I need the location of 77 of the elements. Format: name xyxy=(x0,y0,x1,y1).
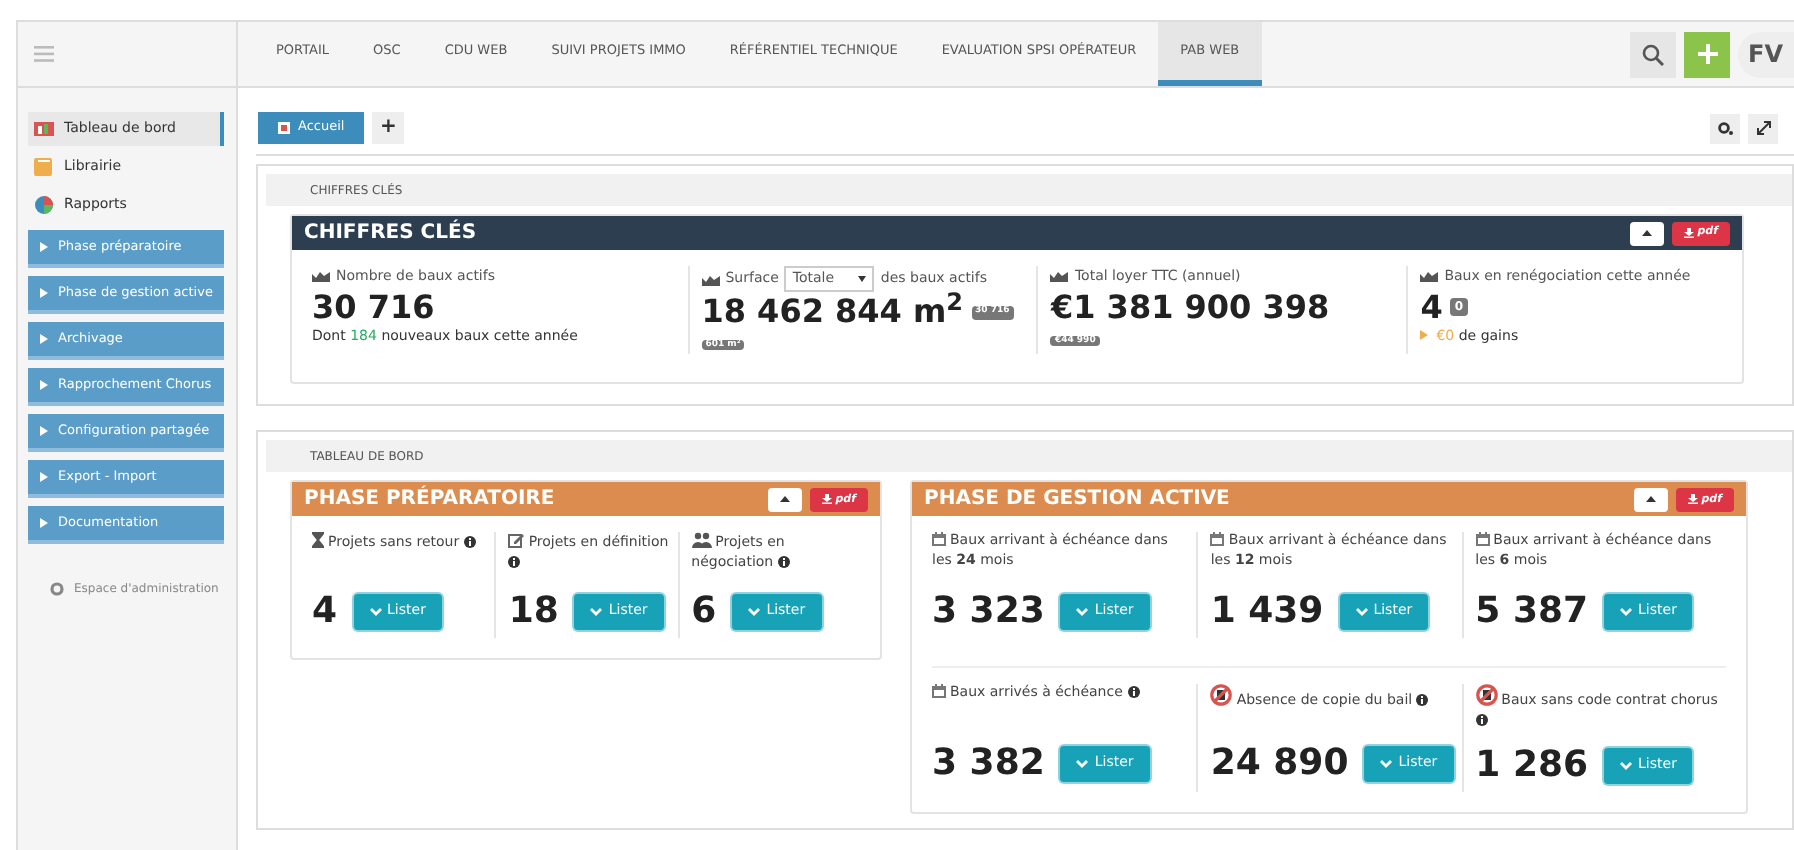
kpi-value: 4 xyxy=(1420,287,1443,326)
download-icon xyxy=(1687,494,1698,505)
metric-value: 18 xyxy=(508,588,559,637)
user-avatar[interactable]: FV xyxy=(1738,31,1794,77)
info-icon xyxy=(1475,713,1488,726)
plus-icon xyxy=(1697,44,1717,64)
metric-value: 24 890 xyxy=(1210,740,1349,789)
chevron-down-icon xyxy=(1620,761,1633,770)
caret-icon xyxy=(1420,330,1429,341)
kpi-value: 30 716 xyxy=(312,287,435,326)
expand-button[interactable] xyxy=(1748,113,1778,143)
metric-value: 1 439 xyxy=(1210,588,1324,637)
area-chart-icon xyxy=(1050,270,1069,283)
metric-value: 3 323 xyxy=(932,588,1045,637)
menu-icon xyxy=(34,46,54,62)
chevron-down-icon xyxy=(1076,607,1089,616)
users-icon xyxy=(691,532,712,549)
home-icon xyxy=(278,122,290,134)
calendar-icon xyxy=(932,532,946,547)
metric-value: 1 286 xyxy=(1475,742,1589,791)
panel-title: PHASE DE GESTION ACTIVE xyxy=(924,486,1232,515)
collapse-button[interactable] xyxy=(1633,487,1668,512)
area-chart-icon xyxy=(312,270,330,283)
chevron-down-icon xyxy=(1076,759,1089,768)
caret-icon xyxy=(40,288,48,298)
download-icon xyxy=(821,494,832,505)
kpi-value: 18 462 844 m$^{2}$ xyxy=(701,292,964,331)
caret-icon xyxy=(40,426,48,436)
chevron-down-icon xyxy=(1380,759,1393,768)
chevron-down-icon xyxy=(590,607,603,616)
search-button[interactable] xyxy=(1630,31,1676,77)
search-icon xyxy=(1642,43,1664,65)
area-chart-icon xyxy=(1420,270,1439,283)
calendar-icon xyxy=(1210,532,1225,547)
calendar-icon xyxy=(932,684,946,699)
gear-icon xyxy=(1717,121,1733,135)
settings-button[interactable] xyxy=(1710,113,1740,143)
collapse-button[interactable] xyxy=(767,487,802,512)
chevron-down-icon xyxy=(1355,607,1368,616)
panel-title: CHIFFRES CLÉS xyxy=(304,218,479,248)
chevron-up-icon xyxy=(1641,230,1652,236)
pie-chart-icon xyxy=(34,196,54,214)
expand-icon xyxy=(1755,120,1771,136)
chevron-down-icon xyxy=(369,607,382,616)
info-icon xyxy=(1127,686,1140,699)
kpi-value: €1 381 900 398 xyxy=(1050,287,1330,326)
add-tab-button[interactable]: + xyxy=(372,112,405,144)
caret-icon xyxy=(40,380,48,390)
info-icon xyxy=(463,536,476,549)
chevron-up-icon xyxy=(779,496,790,503)
dropdown-caret-icon xyxy=(858,276,867,282)
chevron-down-icon xyxy=(748,607,761,616)
calendar-icon xyxy=(1475,532,1490,547)
metric-value: 5 387 xyxy=(1475,588,1589,637)
info-icon xyxy=(1416,694,1429,707)
chevron-down-icon xyxy=(1620,607,1633,616)
book-icon xyxy=(34,158,54,176)
dashboard-icon xyxy=(34,120,54,138)
chevron-up-icon xyxy=(1645,496,1656,503)
area-chart-icon xyxy=(701,273,720,285)
caret-icon xyxy=(40,334,48,344)
forbidden-document-icon xyxy=(1475,684,1498,707)
download-icon xyxy=(1683,228,1694,238)
metric-value: 4 xyxy=(312,588,338,637)
caret-icon xyxy=(40,518,48,528)
panel-title: PHASE PRÉPARATOIRE xyxy=(304,484,557,515)
metric-value: 6 xyxy=(691,588,717,637)
edit-icon xyxy=(508,532,525,549)
info-icon xyxy=(508,555,521,568)
info-icon xyxy=(777,555,790,568)
hourglass-icon xyxy=(312,532,324,549)
gear-icon xyxy=(50,582,64,596)
caret-icon xyxy=(40,472,48,482)
collapse-button[interactable] xyxy=(1629,221,1664,245)
caret-icon xyxy=(40,242,48,252)
metric-value: 3 382 xyxy=(932,740,1045,789)
forbidden-document-icon xyxy=(1210,684,1233,707)
